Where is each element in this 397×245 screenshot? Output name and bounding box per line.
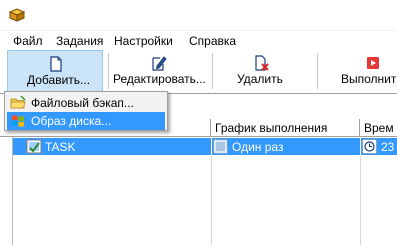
menu-tasks[interactable]: Задания [56,34,103,48]
folder-icon [10,95,26,109]
edit-label: Редактировать... [113,72,206,86]
add-label: Добавить... [27,73,91,87]
toolbar-separator [108,53,109,89]
add-button[interactable]: Добавить... [7,50,103,93]
run-button[interactable]: Выполнит [320,50,397,93]
menu-item-disk-image[interactable]: Образ диска... [7,112,165,130]
column-header-time[interactable]: Врем [360,119,397,137]
clock-icon [362,139,377,154]
menu-item-file-backup-label: Файловый бэкап... [31,96,134,110]
grid-column-line [211,155,212,245]
edit-button[interactable]: Редактировать... [110,50,208,93]
add-dropdown-menu: Файловый бэкап... Образ диска... [4,91,168,131]
task-time: 23 [381,140,395,154]
task-schedule: Один раз [232,140,284,154]
row-name-cell[interactable] [13,138,211,155]
task-name: TASK [45,140,76,154]
play-icon [367,57,379,69]
schedule-icon [213,139,228,154]
toolbar-separator [212,53,213,89]
app-box-icon [9,8,25,22]
menu-item-disk-image-label: Образ диска... [31,114,112,128]
title-bar [0,0,397,30]
menu-file[interactable]: Файл [13,34,43,48]
menu-help[interactable]: Справка [189,34,236,48]
toolbar-separator [317,53,318,89]
column-header-schedule[interactable]: График выполнения [211,119,360,137]
menu-bar: Файл Задания Настройки Справка [0,30,397,50]
task-icon [26,139,42,154]
edit-document-icon [152,56,167,71]
menu-item-file-backup[interactable]: Файловый бэкап... [7,94,165,112]
grid-column-line [360,155,361,245]
menu-settings[interactable]: Настройки [114,34,173,48]
new-document-icon [50,56,62,72]
toolbar: Добавить... Редактировать... Удалить Вып… [0,50,397,93]
delete-button[interactable]: Удалить [214,50,310,93]
windows-logo-icon [12,115,24,127]
run-label: Выполнит [341,72,397,86]
delete-document-icon [255,55,269,71]
delete-label: Удалить [237,72,283,86]
